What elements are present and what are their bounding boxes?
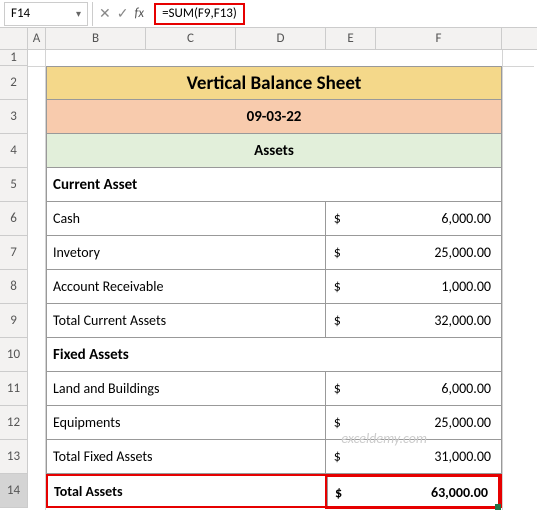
item-label: Total Fixed Assets xyxy=(47,440,326,473)
total-value: 63,000.00 xyxy=(376,477,498,507)
table-row[interactable]: Total Fixed Assets $ 31,000.00 xyxy=(46,440,502,474)
section-row[interactable]: Assets xyxy=(46,134,502,168)
currency-symbol: $ xyxy=(326,202,376,235)
item-value: 1,000.00 xyxy=(376,270,501,303)
row-header[interactable]: 3 xyxy=(0,100,28,134)
chevron-down-icon[interactable]: ▾ xyxy=(76,7,81,20)
item-label: Invetory xyxy=(47,236,326,269)
currency-symbol: $ xyxy=(326,236,376,269)
cancel-icon[interactable]: ✕ xyxy=(99,5,111,22)
table-row[interactable]: Total Current Assets $ 32,000.00 xyxy=(46,304,502,338)
cell-ref: F14 xyxy=(11,6,30,21)
col-header[interactable]: B xyxy=(46,28,146,49)
formula-input[interactable]: =SUM(F9,F13) xyxy=(154,3,245,25)
currency-symbol: $ xyxy=(326,304,376,337)
row-headers: 1 2 3 4 5 6 7 8 9 10 11 12 13 14 xyxy=(0,50,28,508)
row-header[interactable]: 12 xyxy=(0,406,28,440)
col-header[interactable]: E xyxy=(326,28,376,49)
select-all[interactable] xyxy=(0,28,28,49)
table-row[interactable]: Land and Buildings $ 6,000.00 xyxy=(46,372,502,406)
item-value: 6,000.00 xyxy=(376,202,501,235)
row-header[interactable]: 13 xyxy=(0,440,28,474)
row-header[interactable]: 10 xyxy=(0,338,28,372)
watermark: exceldemy.com xyxy=(341,430,427,447)
name-box[interactable]: F14 ▾ xyxy=(4,2,88,26)
row-header[interactable]: 11 xyxy=(0,372,28,406)
item-label: Land and Buildings xyxy=(47,372,326,405)
subheader-row[interactable]: Fixed Assets xyxy=(46,338,502,372)
accept-icon[interactable]: ✓ xyxy=(117,5,129,22)
subheader-label: Current Asset xyxy=(53,176,137,194)
row-header[interactable]: 14 xyxy=(0,474,28,508)
col-header[interactable]: A xyxy=(28,28,46,49)
col-header[interactable]: F xyxy=(376,28,502,49)
subheader-label: Fixed Assets xyxy=(53,346,129,364)
currency-symbol: $ xyxy=(326,270,376,303)
formula-text: =SUM(F9,F13) xyxy=(162,6,237,21)
date-row[interactable]: 09-03-22 xyxy=(46,100,502,134)
item-value: 25,000.00 xyxy=(376,236,501,269)
table-row[interactable]: Equipments $ 25,000.00 xyxy=(46,406,502,440)
fill-handle[interactable] xyxy=(495,504,501,510)
table-row[interactable]: Account Receivable $ 1,000.00 xyxy=(46,270,502,304)
item-value: 32,000.00 xyxy=(376,304,501,337)
item-label: Cash xyxy=(47,202,326,235)
page-title: Vertical Balance Sheet xyxy=(187,72,362,95)
item-label: Equipments xyxy=(47,406,326,439)
section-label: Assets xyxy=(254,142,294,160)
currency-symbol: $ xyxy=(327,477,376,507)
row-header[interactable]: 4 xyxy=(0,134,28,168)
item-label: Total Current Assets xyxy=(47,304,326,337)
date-value: 09-03-22 xyxy=(247,108,302,126)
table-row[interactable]: Invetory $ 25,000.00 xyxy=(46,236,502,270)
col-header[interactable]: D xyxy=(236,28,326,49)
row-header[interactable]: 1 xyxy=(0,50,28,66)
currency-symbol: $ xyxy=(326,372,376,405)
fx-icon[interactable]: fx xyxy=(134,6,144,21)
table-row[interactable]: Cash $ 6,000.00 xyxy=(46,202,502,236)
total-label: Total Assets xyxy=(48,476,328,506)
item-label: Account Receivable xyxy=(47,270,326,303)
total-row[interactable]: Total Assets $ 63,000.00 xyxy=(46,474,502,508)
row-header[interactable]: 5 xyxy=(0,168,28,202)
title-row[interactable]: Vertical Balance Sheet xyxy=(46,66,502,100)
formula-bar: F14 ▾ ✕ ✓ fx =SUM(F9,F13) xyxy=(0,0,537,28)
column-headers: A B C D E F xyxy=(0,28,537,50)
row-header[interactable]: 8 xyxy=(0,270,28,304)
row-header[interactable]: 9 xyxy=(0,304,28,338)
row-header[interactable]: 2 xyxy=(0,66,28,100)
row-header[interactable]: 6 xyxy=(0,202,28,236)
subheader-row[interactable]: Current Asset xyxy=(46,168,502,202)
row-header[interactable]: 7 xyxy=(0,236,28,270)
col-header[interactable]: C xyxy=(146,28,236,49)
item-value: 6,000.00 xyxy=(376,372,501,405)
